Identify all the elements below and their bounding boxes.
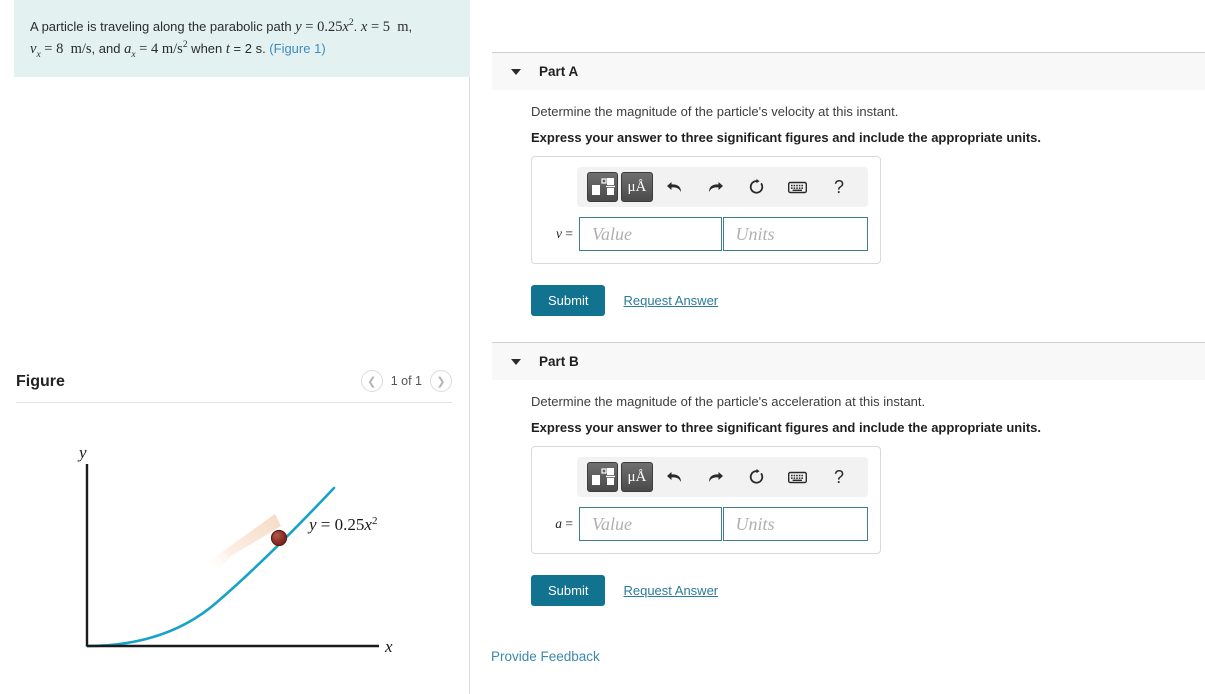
template-icon <box>591 178 615 195</box>
figure-header: Figure ❮ 1 of 1 ❯ <box>16 370 452 402</box>
part-a-label: Part A <box>539 64 579 79</box>
problem-x-value: x = 5 m <box>360 19 409 35</box>
x-axis-label: x <box>384 637 393 656</box>
template-button[interactable] <box>587 172 619 202</box>
problem-vx-value: vx = 8 m/s <box>30 41 92 61</box>
keyboard-icon[interactable] <box>786 462 810 492</box>
part-a-prompt: Determine the magnitude of the particle'… <box>531 104 899 119</box>
units-button-label: μÅ <box>627 468 647 485</box>
part-a-instruction: Express your answer to three significant… <box>531 130 1041 145</box>
part-b-units-input[interactable]: Units <box>722 507 868 541</box>
part-a-value-input[interactable]: Value <box>579 217 722 251</box>
undo-arrow-glyph <box>667 471 682 482</box>
figure-navigation: ❮ 1 of 1 ❯ <box>360 370 452 392</box>
units-button[interactable]: μÅ <box>621 462 653 492</box>
right-panel: Part A Determine the magnitude of the pa… <box>471 0 1205 694</box>
motion-trail <box>208 514 281 573</box>
part-b-variable: a <box>555 516 562 531</box>
undo-icon[interactable] <box>663 172 687 202</box>
figure-counter: 1 of 1 <box>390 374 422 388</box>
problem-text-sep1: . <box>353 19 361 34</box>
part-a-button-row: Submit Request Answer <box>531 285 718 316</box>
part-b-instruction: Express your answer to three significant… <box>531 420 1041 435</box>
part-a-equals: = <box>562 226 573 241</box>
part-b-value-input[interactable]: Value <box>579 507 722 541</box>
keyboard-glyph <box>788 181 808 193</box>
part-a-math-toolbar: μÅ ? <box>577 167 868 207</box>
curve-equation-label: y = 0.25x2 <box>307 515 377 534</box>
part-a-variable-label: v = <box>544 226 579 242</box>
template-button[interactable] <box>587 462 619 492</box>
redo-arrow-glyph <box>709 471 724 482</box>
problem-equation: y = 0.25x2 <box>295 18 354 35</box>
part-a-input-row: v = Value Units <box>544 217 868 251</box>
part-b-prompt: Determine the magnitude of the particle'… <box>531 394 926 409</box>
reset-icon[interactable] <box>745 172 769 202</box>
chevron-right-icon[interactable]: ❯ <box>430 370 452 392</box>
reset-circle-glyph <box>750 468 764 484</box>
part-b-request-answer-link[interactable]: Request Answer <box>623 583 718 598</box>
problem-ax-value: ax = 4 m/s2 <box>124 40 188 61</box>
part-a-request-answer-link[interactable]: Request Answer <box>623 293 718 308</box>
part-b-variable-label: a = <box>544 516 579 532</box>
problem-text-sep4: when <box>187 41 226 57</box>
problem-text-sep3: , and <box>91 41 125 57</box>
part-a-header[interactable]: Part A <box>492 52 1205 90</box>
undo-icon[interactable] <box>663 462 687 492</box>
part-b-math-toolbar: μÅ ? <box>577 457 868 497</box>
figure-title: Figure <box>16 373 65 390</box>
undo-arrow-glyph <box>667 181 682 192</box>
part-b-answer-box: μÅ ? a = Value Units <box>531 446 881 554</box>
problem-page: A particle is traveling along the parabo… <box>0 0 1205 694</box>
left-panel: A particle is traveling along the parabo… <box>0 0 470 694</box>
problem-statement: A particle is traveling along the parabo… <box>14 0 470 78</box>
parabola-diagram-svg: y x y = 0.25x2 <box>77 443 393 656</box>
redo-arrow-glyph <box>709 181 724 192</box>
help-icon[interactable]: ? <box>827 172 851 202</box>
part-b-submit-button[interactable]: Submit <box>531 575 606 606</box>
redo-icon[interactable] <box>704 172 728 202</box>
keyboard-glyph <box>788 471 808 483</box>
reset-circle-glyph <box>750 178 764 194</box>
reset-icon[interactable] <box>745 462 769 492</box>
part-b-label: Part B <box>539 354 579 369</box>
part-b-button-row: Submit Request Answer <box>531 575 718 606</box>
y-axis-label: y <box>77 443 87 462</box>
part-a-units-input[interactable]: Units <box>722 217 868 251</box>
part-a-submit-button[interactable]: Submit <box>531 285 606 316</box>
units-button-label: μÅ <box>627 178 647 195</box>
keyboard-icon[interactable] <box>786 172 810 202</box>
problem-text-intro: A particle is traveling along the parabo… <box>30 19 296 34</box>
problem-text-line: A particle is traveling along the parabo… <box>30 18 413 61</box>
chevron-left-icon[interactable]: ❮ <box>360 370 383 392</box>
problem-text-sep5: = 2 s. <box>229 41 270 57</box>
figure-1-link[interactable]: (Figure 1) <box>269 41 325 56</box>
template-icon <box>591 468 615 485</box>
help-icon[interactable]: ? <box>827 462 851 492</box>
figure-divider <box>16 402 452 403</box>
redo-icon[interactable] <box>704 462 728 492</box>
part-b-equals: = <box>562 516 573 531</box>
part-b-header[interactable]: Part B <box>492 342 1205 380</box>
parabola-curve <box>85 486 336 648</box>
units-button[interactable]: μÅ <box>621 172 653 202</box>
part-a-answer-box: μÅ ? v = Value Units <box>531 156 881 264</box>
provide-feedback-link[interactable]: Provide Feedback <box>491 649 600 664</box>
part-b-input-row: a = Value Units <box>544 507 868 541</box>
problem-text-sep2: , <box>408 19 413 34</box>
caret-down-icon[interactable] <box>511 68 521 75</box>
particle-dot <box>270 529 288 547</box>
caret-down-icon[interactable] <box>511 358 521 365</box>
figure-diagram: y x y = 0.25x2 <box>16 418 456 668</box>
